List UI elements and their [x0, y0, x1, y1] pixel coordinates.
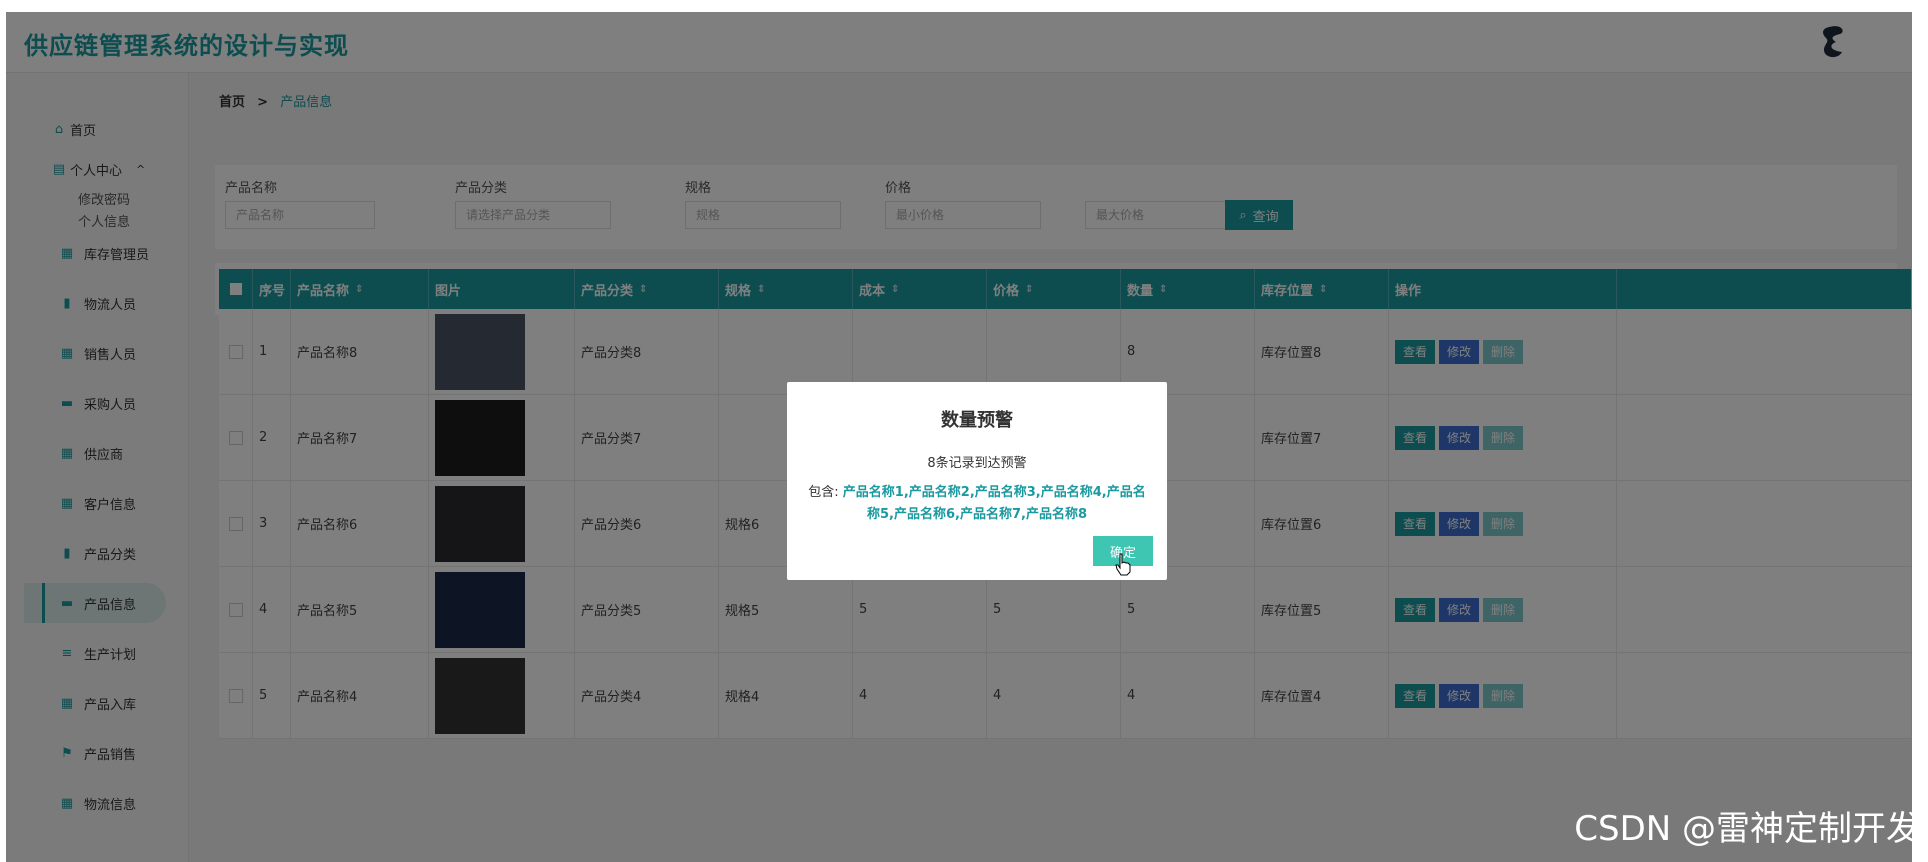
dialog-item-list: 产品名称1,产品名称2,产品名称3,产品名称4,产品名称5,产品名称6,产品名称…	[842, 485, 1146, 522]
dialog-subtitle: 8条记录到达预警	[927, 456, 1027, 471]
dialog-prefix: 包含:	[808, 485, 839, 500]
watermark: CSDN @雷神定制开发	[1574, 809, 1920, 849]
hand-cursor-icon	[1115, 553, 1131, 576]
app-window: 供应链管理系统的设计与实现 ⌂ 首页 ▤ 个人中心 ^ 修改密码 个人信息 ▦ …	[6, 12, 1912, 862]
quantity-warning-dialog: 数量预警 8条记录到达预警 包含: 产品名称1,产品名称2,产品名称3,产品名称…	[787, 382, 1167, 580]
dialog-title: 数量预警	[941, 410, 1013, 431]
dialog-body: 包含: 产品名称1,产品名称2,产品名称3,产品名称4,产品名称5,产品名称6,…	[805, 482, 1149, 526]
